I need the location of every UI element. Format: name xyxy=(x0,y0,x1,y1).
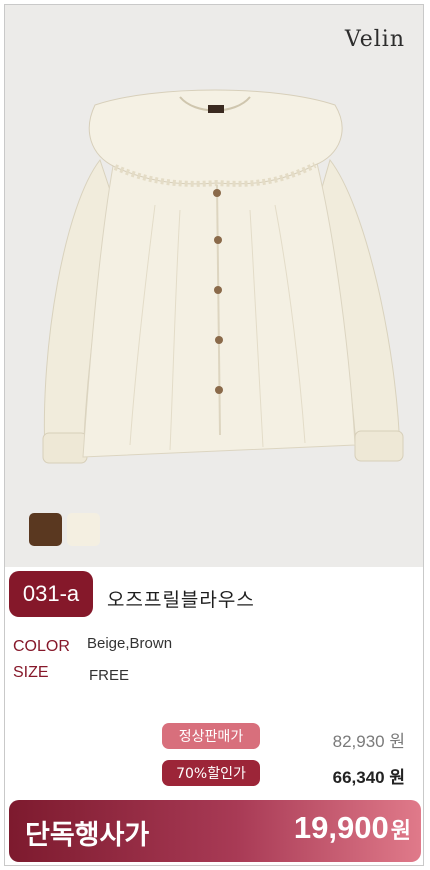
blouse-illustration xyxy=(42,89,404,464)
exclusive-price-unit: 원 xyxy=(390,819,411,844)
exclusive-price: 19,900원 xyxy=(294,810,411,846)
size-label: SIZE xyxy=(13,664,49,681)
product-name: 오즈프릴블라우스 xyxy=(107,589,255,611)
sale-price-badge: 70%할인가 xyxy=(162,760,260,786)
exclusive-price-banner[interactable]: 단독행사가 19,900원 xyxy=(9,800,421,862)
swatch-beige[interactable] xyxy=(67,513,100,546)
regular-price-badge: 정상판매가 xyxy=(162,723,260,749)
color-value: Beige,Brown xyxy=(87,635,173,652)
size-value: FREE xyxy=(89,667,130,684)
sale-price: 66,340 원 xyxy=(332,768,405,787)
color-label: COLOR xyxy=(13,638,70,655)
product-image[interactable]: Velin xyxy=(5,5,423,567)
regular-price: 82,930 원 xyxy=(332,732,405,751)
exclusive-price-label: 단독행사가 xyxy=(25,820,150,851)
exclusive-price-value: 19,900 xyxy=(293,810,389,845)
swatch-brown[interactable] xyxy=(29,513,62,546)
product-card: Velin 031-a 오즈프릴블라우스 COLOR Beige,Brown S… xyxy=(4,4,424,866)
brand-logo: Velin xyxy=(344,27,405,52)
product-code-badge: 031-a xyxy=(9,571,93,617)
